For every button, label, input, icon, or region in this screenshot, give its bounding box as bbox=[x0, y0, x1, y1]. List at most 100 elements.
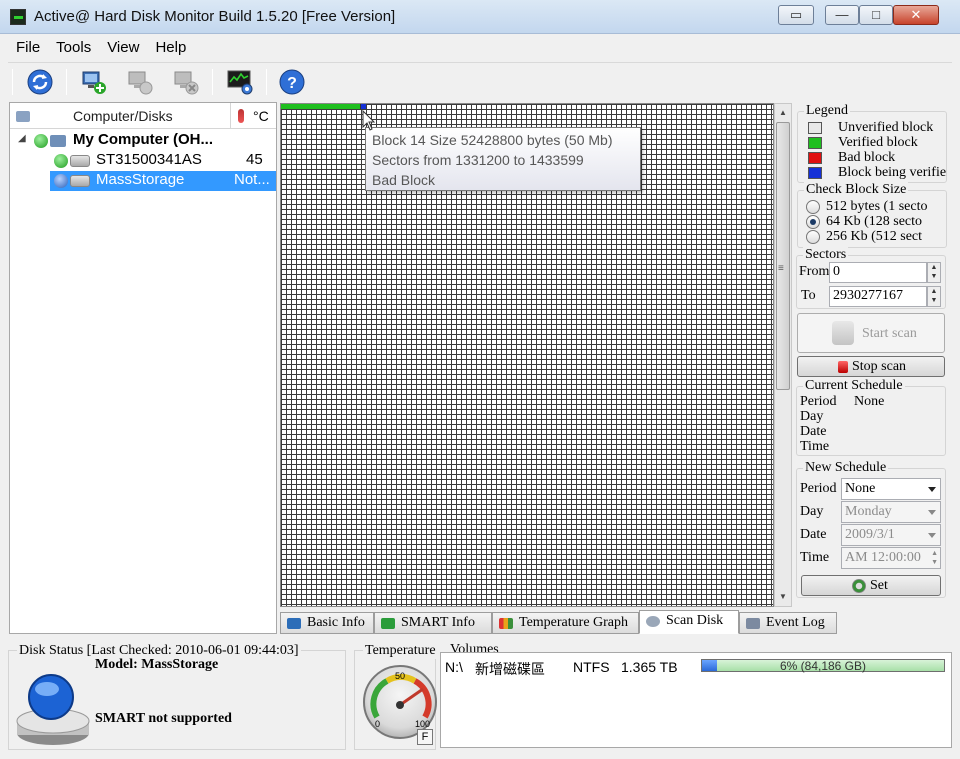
scroll-down-arrow-icon[interactable]: ▼ bbox=[779, 592, 787, 601]
legend-swatch bbox=[808, 167, 822, 179]
legend-unverified: Unverified block bbox=[808, 120, 946, 135]
time-spinner-icon[interactable]: ▲ ▼ bbox=[931, 549, 938, 567]
remove-computer-icon bbox=[174, 71, 199, 95]
current-schedule-group: Current Schedule Period None Day Date Ti… bbox=[796, 378, 946, 456]
date-picker[interactable]: 2009/3/1 bbox=[841, 524, 941, 546]
title-bar: Active@ Hard Disk Monitor Build 1.5.20 [… bbox=[0, 0, 960, 34]
tab-basic-info[interactable]: Basic Info bbox=[280, 612, 374, 634]
block-map-scrollbar[interactable]: ▲ ≡ ▼ bbox=[774, 103, 792, 607]
add-computer-icon bbox=[82, 71, 106, 94]
collapse-arrow-icon[interactable]: ◢ bbox=[18, 133, 26, 144]
hard-disk-icon bbox=[70, 175, 90, 187]
close-button[interactable]: ✕ bbox=[893, 5, 939, 25]
tab-label: Event Log bbox=[766, 615, 825, 630]
day-dropdown-value: Monday bbox=[845, 504, 892, 519]
block-tooltip: Block 14 Size 52428800 bytes (50 Mb) Sec… bbox=[365, 127, 641, 191]
tree-item-label: MassStorage bbox=[96, 171, 185, 188]
scrollbar-thumb[interactable]: ≡ bbox=[776, 122, 790, 390]
tree-item-label: My Computer (OH... bbox=[73, 131, 214, 148]
refresh-button[interactable] bbox=[26, 68, 54, 96]
set-label: Set bbox=[870, 578, 888, 593]
remove-computer-button[interactable] bbox=[172, 68, 200, 96]
block-size-512-option[interactable]: 512 bytes (1 secto bbox=[806, 199, 942, 215]
time-input[interactable]: AM 12:00:00 ▲ ▼ bbox=[841, 547, 941, 569]
restore-down-button[interactable]: ▭ bbox=[778, 5, 814, 25]
tab-temperature-graph[interactable]: Temperature Graph bbox=[492, 612, 639, 634]
svg-text:?: ? bbox=[287, 75, 297, 92]
tree-item-temperature: 45 bbox=[246, 151, 263, 168]
gauge-label-0: 0 bbox=[375, 719, 381, 729]
add-computer-button[interactable] bbox=[80, 68, 108, 96]
stop-scan-button[interactable]: Stop scan bbox=[797, 356, 945, 377]
mouse-cursor-icon bbox=[362, 110, 376, 131]
status-ok-icon bbox=[54, 154, 68, 168]
status-unknown-icon bbox=[54, 174, 68, 188]
toolbar: ? bbox=[8, 62, 952, 100]
time-input-value: AM 12:00:00 bbox=[845, 550, 921, 565]
block-size-256kb-option[interactable]: 256 Kb (512 sect bbox=[806, 229, 942, 245]
set-schedule-button[interactable]: Set bbox=[801, 575, 941, 596]
tab-scan-disk[interactable]: Scan Disk bbox=[639, 610, 739, 634]
legend-bad: Bad block bbox=[808, 150, 946, 165]
current-block[interactable] bbox=[361, 104, 366, 109]
temperature-column-header[interactable]: °C bbox=[230, 103, 276, 129]
menu-tools[interactable]: Tools bbox=[48, 36, 99, 59]
radio-button[interactable] bbox=[806, 230, 820, 244]
day-dropdown[interactable]: Monday bbox=[841, 501, 941, 523]
tab-smart-info[interactable]: SMART Info bbox=[374, 612, 492, 634]
stop-scan-label: Stop scan bbox=[852, 359, 907, 374]
computer-icon bbox=[16, 111, 30, 122]
period-dropdown[interactable]: None bbox=[841, 478, 941, 500]
volumes-list: N:\ 新增磁碟區 NTFS 1.365 TB 6% (84,186 GB) bbox=[440, 652, 952, 748]
menu-file[interactable]: File bbox=[8, 36, 48, 59]
status-area: Disk Status [Last Checked: 2010-06-01 09… bbox=[8, 638, 952, 752]
check-block-size-group: Check Block Size 512 bytes (1 secto 64 K… bbox=[797, 182, 947, 248]
chevron-down-icon bbox=[928, 533, 936, 538]
menu-view[interactable]: View bbox=[99, 36, 147, 59]
computer-settings-button[interactable] bbox=[126, 68, 154, 96]
tree-item-my-computer[interactable]: ◢ My Computer (OH... bbox=[16, 131, 276, 151]
new-schedule-title: New Schedule bbox=[803, 460, 889, 476]
sector-to-input[interactable]: 2930277167 bbox=[829, 286, 927, 307]
disk-model: Model: MassStorage bbox=[95, 657, 219, 672]
tab-label: Basic Info bbox=[307, 615, 365, 630]
temperature-unit: °C bbox=[253, 108, 269, 124]
radio-button[interactable] bbox=[806, 200, 820, 214]
sector-from-input[interactable]: 0 bbox=[829, 262, 927, 283]
minimize-button[interactable]: — bbox=[825, 5, 859, 25]
sector-to-spinner[interactable]: ▲ ▼ bbox=[927, 286, 941, 307]
scroll-up-arrow-icon[interactable]: ▲ bbox=[779, 108, 787, 117]
legend-label: Block being verified bbox=[838, 165, 946, 180]
status-ok-icon bbox=[34, 134, 48, 148]
maximize-button[interactable]: □ bbox=[859, 5, 893, 25]
tree-item-label: ST31500341AS bbox=[96, 151, 202, 168]
help-button[interactable]: ? bbox=[278, 68, 306, 96]
current-schedule-title: Current Schedule bbox=[803, 378, 905, 394]
temperature-title: Temperature bbox=[363, 643, 438, 659]
start-scan-button[interactable]: Start scan bbox=[797, 313, 945, 353]
current-time-label: Time bbox=[800, 439, 830, 454]
tree-item-temperature: Not... bbox=[234, 171, 270, 188]
block-size-64kb-option[interactable]: 64 Kb (128 secto bbox=[806, 214, 942, 230]
gear-icon bbox=[852, 579, 866, 593]
tree-header-title[interactable]: Computer/Disks bbox=[73, 108, 173, 124]
current-period-label: Period bbox=[800, 394, 837, 409]
new-day-label: Day bbox=[800, 504, 824, 519]
tab-event-log[interactable]: Event Log bbox=[739, 612, 837, 634]
radio-button-selected[interactable] bbox=[806, 215, 820, 229]
monitor-settings-button[interactable] bbox=[226, 68, 254, 96]
tooltip-sector-range: Sectors from 1331200 to 1433599 bbox=[372, 152, 584, 168]
legend-swatch bbox=[808, 152, 822, 164]
menu-help[interactable]: Help bbox=[147, 36, 194, 59]
from-label: From bbox=[799, 264, 830, 279]
sector-from-spinner[interactable]: ▲ ▼ bbox=[927, 262, 941, 283]
radio-label: 512 bytes (1 secto bbox=[826, 199, 928, 214]
tree-item-disk-st31500341as[interactable]: ST31500341AS 45 bbox=[54, 151, 276, 171]
volume-usage-text: 6% (84,186 GB) bbox=[779, 659, 867, 673]
help-icon: ? bbox=[279, 69, 305, 95]
temperature-unit-toggle[interactable]: F bbox=[417, 729, 433, 745]
hard-disk-status-icon bbox=[16, 674, 90, 745]
tab-bar: Basic Info SMART Info Temperature Graph … bbox=[280, 610, 840, 634]
tree-item-disk-massstorage[interactable]: MassStorage Not... bbox=[50, 171, 276, 191]
legend-swatch bbox=[808, 137, 822, 149]
